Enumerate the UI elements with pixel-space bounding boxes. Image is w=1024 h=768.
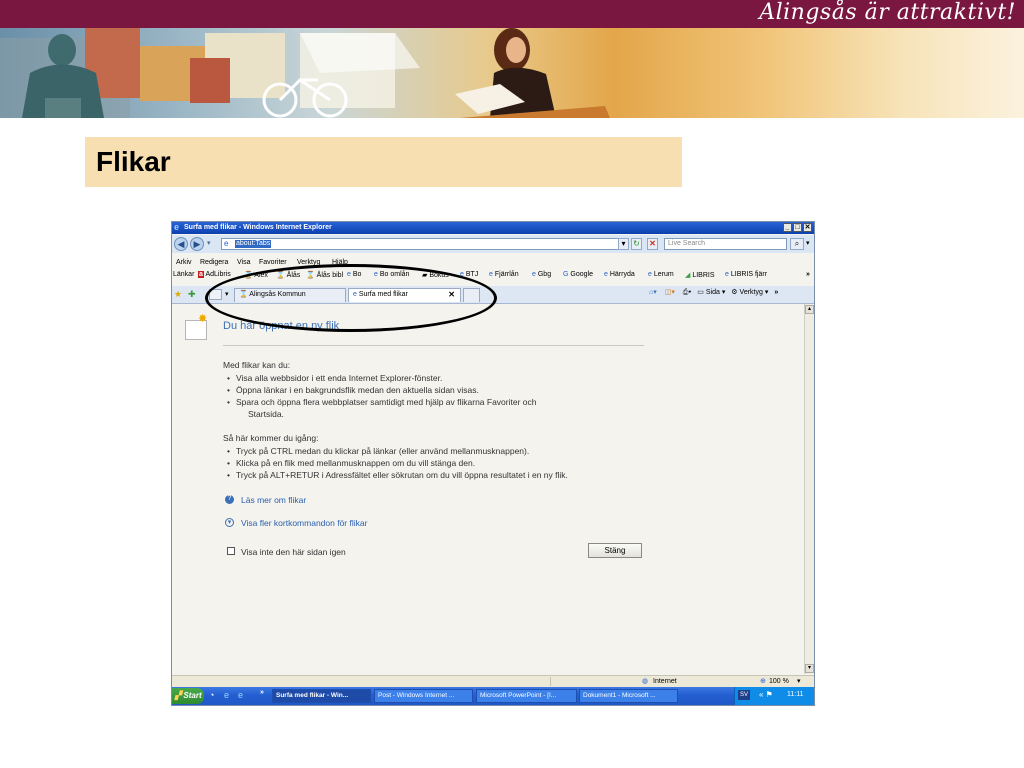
menu-item-visa[interactable]: Visa <box>237 259 251 266</box>
favorites-star-icon[interactable]: ★ <box>174 289 182 300</box>
zone-label: Internet <box>653 678 677 685</box>
maximize-button[interactable]: □ <box>793 223 802 232</box>
home-icon[interactable]: ⌂▾ <box>649 289 657 296</box>
status-bar: ◍ Internet ⊕ 100 % ▾ <box>172 675 814 687</box>
slide-top-bar: Alingsås är attraktivt! <box>0 0 1024 28</box>
search-options-icon[interactable]: ▾ <box>806 239 810 247</box>
forward-button[interactable]: ▶ <box>190 237 204 251</box>
scroll-up-arrow[interactable]: ▴ <box>805 305 814 314</box>
start-button[interactable]: ▞ Start <box>172 688 204 704</box>
quicklaunch-ie-icon-2[interactable]: e <box>238 690 243 700</box>
slide-tagline: Alingsås är attraktivt! <box>759 0 1016 25</box>
menu-item-redigera[interactable]: Redigera <box>200 259 228 266</box>
close-button[interactable]: Stäng <box>588 543 642 558</box>
history-dropdown-icon[interactable]: ▾ <box>207 239 211 247</box>
list-item: Tryck på ALT+RETUR i Adressfältet eller … <box>227 470 568 480</box>
link-gbg[interactable]: e Gbg <box>532 271 551 278</box>
sparkle-icon: ✸ <box>198 313 208 325</box>
link-read-more[interactable]: Läs mer om flikar <box>241 495 306 505</box>
list-item-continued: Startsida. <box>248 409 284 419</box>
quicklaunch-icon[interactable]: ◔ <box>209 690 214 700</box>
link-google[interactable]: G Google <box>563 271 593 278</box>
zoom-icon[interactable]: ⊕ <box>760 677 766 685</box>
window-title: Surfa med flikar - Windows Internet Expl… <box>184 224 332 231</box>
heading-divider <box>223 345 644 346</box>
highlight-ellipse <box>205 264 497 332</box>
slide-title-box: Flikar <box>85 137 682 187</box>
list-item: Tryck på CTRL medan du klickar på länkar… <box>227 446 529 456</box>
vertical-scrollbar[interactable]: ▴ ▾ <box>804 304 814 674</box>
dont-show-checkbox[interactable] <box>227 547 235 555</box>
intro-text-2: Så här kommer du igång: <box>223 433 319 443</box>
ie-logo-icon: e <box>174 222 180 232</box>
new-tab-page-icon: ✸ <box>185 314 207 340</box>
link-libris[interactable]: ◢ LIBRIS <box>685 271 715 279</box>
ie-window: e Surfa med flikar - Windows Internet Ex… <box>171 221 815 706</box>
minimize-button[interactable]: _ <box>783 223 792 232</box>
banner-illustration <box>0 28 610 118</box>
close-window-button[interactable]: ✕ <box>803 223 812 232</box>
list-item: Visa alla webbsidor i ett enda Internet … <box>227 373 442 383</box>
links-label: Länkar <box>173 271 195 278</box>
link-lerum[interactable]: e Lerum <box>648 271 674 278</box>
stop-button[interactable]: ✕ <box>647 238 658 250</box>
menu-item-favoriter[interactable]: Favoriter <box>259 259 287 266</box>
clock: 11:11 <box>787 691 804 698</box>
quicklaunch-overflow-icon[interactable]: » <box>260 689 264 696</box>
page-icon: e <box>224 239 229 248</box>
link-harryda[interactable]: e Härryda <box>604 271 635 278</box>
banner-photo-collage <box>0 28 1024 118</box>
slide-title: Flikar <box>96 146 171 177</box>
search-input[interactable]: Live Search <box>664 238 787 250</box>
quicklaunch-ie-icon[interactable]: e <box>224 690 229 700</box>
taskbar-item-post[interactable]: Post - Windows Internet ... <box>374 689 473 703</box>
page-content: ✸ Du har öppnat en ny flik Med flikar ka… <box>172 304 804 674</box>
list-item: Klicka på en flik med mellanmusknappen o… <box>227 458 475 468</box>
search-icon[interactable]: ⌕ <box>790 238 804 250</box>
menu-item-arkiv[interactable]: Arkiv <box>176 259 192 266</box>
expand-icon: ▾ <box>225 518 234 527</box>
menu-bar: Arkiv Redigera Visa Favoriter Verktyg Hj… <box>172 257 814 268</box>
windows-logo-icon: ▞ <box>175 691 182 700</box>
address-dropdown-button[interactable]: ▾ <box>618 238 629 250</box>
link-adlibris[interactable]: a AdLibris <box>198 271 231 278</box>
print-icon[interactable]: ⎙▾ <box>683 289 692 296</box>
globe-icon: ◍ <box>642 678 649 685</box>
intro-text-1: Med flikar kan du: <box>223 360 291 370</box>
back-button[interactable]: ◀ <box>174 237 188 251</box>
zoom-level[interactable]: 100 % <box>769 678 789 685</box>
checkbox-label: Visa inte den här sidan igen <box>241 547 346 557</box>
command-overflow-icon[interactable]: » <box>774 289 778 296</box>
address-bar[interactable]: e about:Tabs <box>221 238 627 250</box>
scroll-down-arrow[interactable]: ▾ <box>805 664 814 673</box>
taskbar-item-dokument[interactable]: Dokument1 - Microsoft ... <box>579 689 678 703</box>
page-menu-button[interactable]: ▭ Sida ▾ <box>697 289 725 296</box>
tray-icons[interactable]: « ⚑ <box>759 690 773 699</box>
taskbar: ▞ Start ◔ e e » Surfa med flikar - Win..… <box>172 687 814 705</box>
refresh-button[interactable]: ↻ <box>631 238 642 250</box>
system-tray: SV « ⚑ 11:11 <box>734 687 814 705</box>
link-shortcuts[interactable]: Visa fler kortkommandon för flikar <box>241 518 367 528</box>
links-overflow-icon[interactable]: » <box>806 271 810 278</box>
feeds-icon[interactable]: ◫▾ <box>665 289 675 296</box>
start-label: Start <box>183 691 202 700</box>
add-favorite-icon[interactable]: ✚ <box>188 289 196 300</box>
address-text: about:Tabs <box>235 240 272 248</box>
language-indicator[interactable]: SV <box>738 690 751 700</box>
window-titlebar: e Surfa med flikar - Windows Internet Ex… <box>172 222 814 234</box>
command-bar: ⌂▾ ◫▾ ⎙▾ ▭ Sida ▾ ⚙ Verktyg ▾ » <box>649 288 778 297</box>
help-icon: ? <box>225 495 234 504</box>
tools-menu-button[interactable]: ⚙ Verktyg ▾ <box>731 289 768 296</box>
list-item: Spara och öppna flera webbplatser samtid… <box>227 397 536 407</box>
taskbar-item-powerpoint[interactable]: Microsoft PowerPoint - [I... <box>476 689 577 703</box>
status-panes <box>550 677 631 686</box>
link-libris-fjarr[interactable]: e LIBRIS fjärr <box>725 271 767 278</box>
link-fjarrlan[interactable]: e Fjärrlån <box>489 271 519 278</box>
taskbar-item-surfa[interactable]: Surfa med flikar - Win... <box>272 689 371 703</box>
list-item: Öppna länkar i en bakgrundsflik medan de… <box>227 385 479 395</box>
zoom-dropdown-icon[interactable]: ▾ <box>797 677 801 685</box>
address-row: ◀ ▶ ▾ e about:Tabs ▾ ↻ ✕ Live Search ⌕ ▾ <box>172 235 814 253</box>
